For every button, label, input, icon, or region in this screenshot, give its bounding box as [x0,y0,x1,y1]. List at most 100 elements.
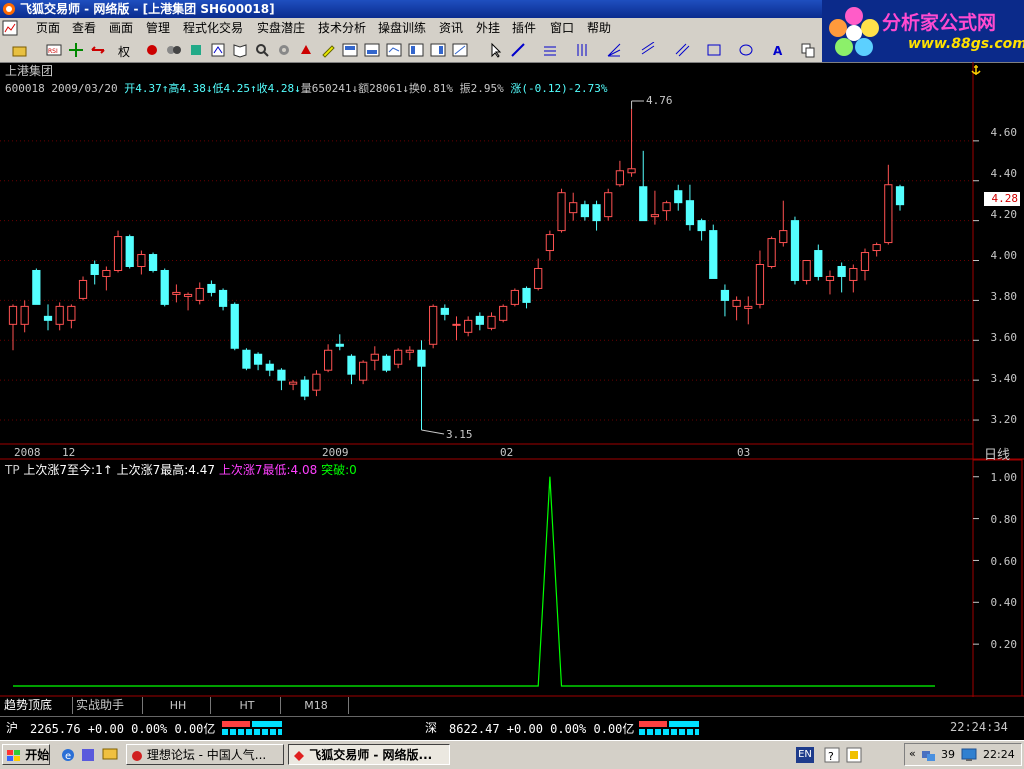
menu-addons[interactable]: 外挂 [476,20,500,36]
alarm-icon[interactable] [298,42,314,58]
sh-index-value[interactable]: 2265.76 +0.00 0.00% 0.00亿 [30,720,215,737]
chart-tool-3-icon[interactable] [188,42,204,58]
candle-body [300,379,309,397]
layout-4-icon[interactable] [408,42,424,58]
layout-2-icon[interactable] [364,42,380,58]
indicator-days: 上次涨7至今:1↑ [23,463,113,477]
hline-tool-icon[interactable] [542,42,558,58]
menu-info[interactable]: 资讯 [439,20,463,36]
menu-live[interactable]: 实盘潜庄 [257,20,305,36]
site-logo: 分析家公式网 www.88gs.com [822,0,1024,62]
menu-tech-analysis[interactable]: 技术分析 [318,20,366,36]
app-icon[interactable] [80,747,96,763]
channel-tool-icon[interactable] [640,42,656,58]
layout-1-icon[interactable] [342,42,358,58]
ie-icon[interactable]: e [60,747,76,763]
status-clock: 22:24:34 [950,720,1008,734]
chart-doc-icon[interactable] [2,20,18,36]
language-indicator[interactable]: EN [796,747,814,763]
ime-icon[interactable] [846,747,862,763]
indicator-breakout: 突破:0 [321,463,357,477]
quote-change: 涨(-0.12)-2.73% [510,82,608,95]
rsi-icon[interactable]: RSI [46,42,62,58]
candle-body [8,305,18,325]
pen-icon[interactable] [320,42,336,58]
menu-program-trading[interactable]: 程式化交易 [183,20,243,36]
layout-5-icon[interactable] [430,42,446,58]
x-tick-label: 2009 [322,446,349,459]
candle-body [849,267,858,281]
help-icon[interactable]: ? [824,747,840,763]
chart-area[interactable] [0,62,1024,697]
candle-body [837,265,846,277]
line-tool-icon[interactable] [510,42,526,58]
candle-body [172,291,181,295]
signal-line [13,476,935,687]
fan-tool-icon[interactable] [606,42,622,58]
layout-6-icon[interactable] [452,42,468,58]
candle-body [148,254,158,271]
swap-icon[interactable] [90,42,106,58]
menu-view[interactable]: 查看 [72,20,96,36]
menu-plugins[interactable]: 插件 [512,20,536,36]
layout-3-icon[interactable] [386,42,402,58]
move-icon[interactable] [68,42,84,58]
candle-body [627,168,636,174]
book-icon[interactable] [232,42,248,58]
chart-tool-4-icon[interactable] [210,42,226,58]
vline-tool-icon[interactable] [574,42,590,58]
candle-body [545,234,554,252]
ellipse-tool-icon[interactable] [738,42,754,58]
candle-body [709,230,718,279]
indicator-name[interactable]: TP [5,463,20,477]
tab-assistant[interactable]: 实战助手 [76,697,143,714]
text-tool-icon[interactable]: A [770,42,786,58]
y-tick-label: 4.60 [990,126,1018,139]
open-icon[interactable] [12,42,28,58]
desktop-icon[interactable] [102,747,118,763]
menu-page[interactable]: 页面 [36,20,60,36]
period-label[interactable]: 日线 [984,444,1010,463]
right-toggle[interactable]: 权 [118,43,130,60]
chart-tool-2-icon[interactable] [166,42,182,58]
tab-m18[interactable]: M18 [284,697,349,714]
indicator-y-tick: 0.60 [990,555,1018,568]
candle-body [359,361,368,381]
copy-tool-icon[interactable] [800,42,816,58]
gear-icon[interactable] [276,42,292,58]
taskbar-item-label: 飞狐交易师 - 网络版... [309,748,433,762]
cursor-icon[interactable] [488,42,504,58]
candle-body [253,353,263,365]
start-button[interactable]: 开始 [2,744,50,765]
anchor-icon[interactable] [970,64,982,76]
search-icon[interactable] [254,42,270,58]
chart-tool-1-icon[interactable] [144,42,160,58]
candle-body [732,299,741,307]
menu-training[interactable]: 操盘训练 [378,20,426,36]
rect-tool-icon[interactable] [706,42,722,58]
network-icon[interactable] [921,747,937,763]
sz-index-value[interactable]: 8622.47 +0.00 0.00% 0.00亿 [449,720,634,737]
monitor-icon[interactable] [961,747,977,763]
taskbar-item-feihu[interactable]: 飞狐交易师 - 网络版... [288,744,450,765]
flower-logo-icon [829,7,879,56]
logo-url[interactable]: www.88gs.com [908,36,1024,52]
menu-screen[interactable]: 画面 [109,20,133,36]
tab-ht[interactable]: HT [214,697,281,714]
x-tick-label: 03 [737,446,751,459]
candle-body [137,254,146,267]
menu-help[interactable]: 帮助 [587,20,611,36]
candle-body [370,353,379,361]
candle-body [312,373,321,391]
tab-trend[interactable]: 趋势顶底 [4,697,73,714]
candle-body [347,355,356,375]
menu-manage[interactable]: 管理 [146,20,170,36]
taskbar-item-forum[interactable]: 理想论坛 - 中国人气... [126,744,284,765]
menu-window[interactable]: 窗口 [550,20,574,36]
candle-body [113,236,123,271]
tab-hh[interactable]: HH [146,697,211,714]
tray-expand-icon[interactable]: « [909,747,916,760]
candle-body [207,283,216,293]
candle-body [20,305,29,325]
parallel-tool-icon[interactable] [674,42,690,58]
